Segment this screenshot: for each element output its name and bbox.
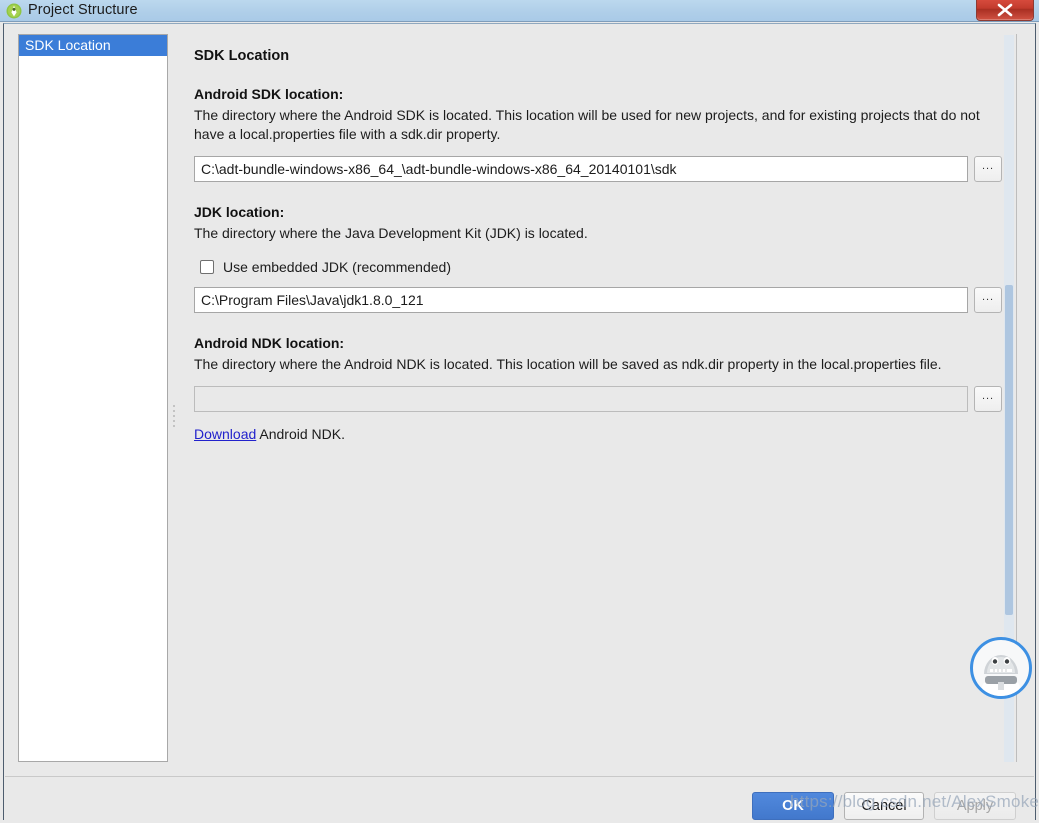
android-sdk-path-input[interactable] (194, 156, 969, 182)
jdk-path-input[interactable] (194, 287, 969, 313)
grip-dot (173, 420, 175, 422)
jdk-heading: JDK location: (194, 204, 285, 220)
grip-dot (173, 415, 175, 417)
android-sdk-heading: Android SDK location: (194, 86, 344, 102)
cancel-button[interactable]: Cancel (844, 792, 924, 820)
use-embedded-jdk-checkbox[interactable] (200, 260, 214, 274)
jdk-location-section: JDK location: The directory where the Ja… (194, 204, 1002, 313)
close-button[interactable] (976, 0, 1034, 21)
content-panel: SDK Location Android SDK location: The d… (182, 34, 1017, 762)
sidebar-item-sdk-location[interactable]: SDK Location (19, 35, 167, 56)
android-ndk-description: The directory where the Android NDK is l… (194, 356, 942, 372)
android-ndk-location-section: Android NDK location: The directory wher… (194, 335, 1002, 442)
grip-dot (173, 410, 175, 412)
dialog-button-bar: OK Cancel Apply (4, 777, 1035, 820)
dialog-body: SDK Location SDK Location Android SDK lo… (3, 23, 1036, 820)
use-embedded-jdk-row[interactable]: Use embedded JDK (recommended) (200, 259, 1002, 275)
jdk-browse-button[interactable]: ... (974, 287, 1002, 313)
content-scrollbar-thumb[interactable] (1005, 285, 1013, 615)
sidebar[interactable]: SDK Location (18, 34, 168, 762)
android-ndk-field-row: ... (194, 386, 1002, 412)
window-title: Project Structure (28, 2, 138, 18)
apply-button: Apply (934, 792, 1016, 820)
android-ndk-heading: Android NDK location: (194, 335, 345, 351)
android-studio-icon (6, 3, 22, 19)
download-ndk-link[interactable]: Download (194, 426, 256, 442)
android-ndk-browse-button[interactable]: ... (974, 386, 1002, 412)
android-sdk-location-section: Android SDK location: The directory wher… (194, 86, 1002, 182)
close-icon (997, 3, 1013, 17)
project-structure-dialog: Project Structure SDK Location SDK Locat… (0, 0, 1039, 823)
page-title: SDK Location (194, 48, 290, 64)
grip-dot (173, 425, 175, 427)
splitter-handle[interactable] (172, 402, 177, 438)
download-ndk-row: Download Android NDK. (194, 426, 1002, 442)
android-sdk-description: The directory where the Android SDK is l… (194, 107, 980, 142)
download-ndk-suffix: Android NDK. (256, 426, 345, 442)
grip-dot (173, 405, 175, 407)
android-ndk-path-input[interactable] (194, 386, 969, 412)
jdk-field-row: ... (194, 287, 1002, 313)
sidebar-item-label: SDK Location (25, 37, 111, 53)
use-embedded-jdk-label: Use embedded JDK (recommended) (223, 259, 451, 275)
ok-button[interactable]: OK (752, 792, 834, 820)
jdk-description: The directory where the Java Development… (194, 225, 588, 241)
robot-icon (982, 655, 1020, 696)
title-bar[interactable]: Project Structure (0, 0, 1039, 22)
android-sdk-browse-button[interactable]: ... (974, 156, 1002, 182)
assistant-robot-avatar[interactable] (970, 637, 1032, 699)
android-sdk-field-row: ... (194, 156, 1002, 182)
